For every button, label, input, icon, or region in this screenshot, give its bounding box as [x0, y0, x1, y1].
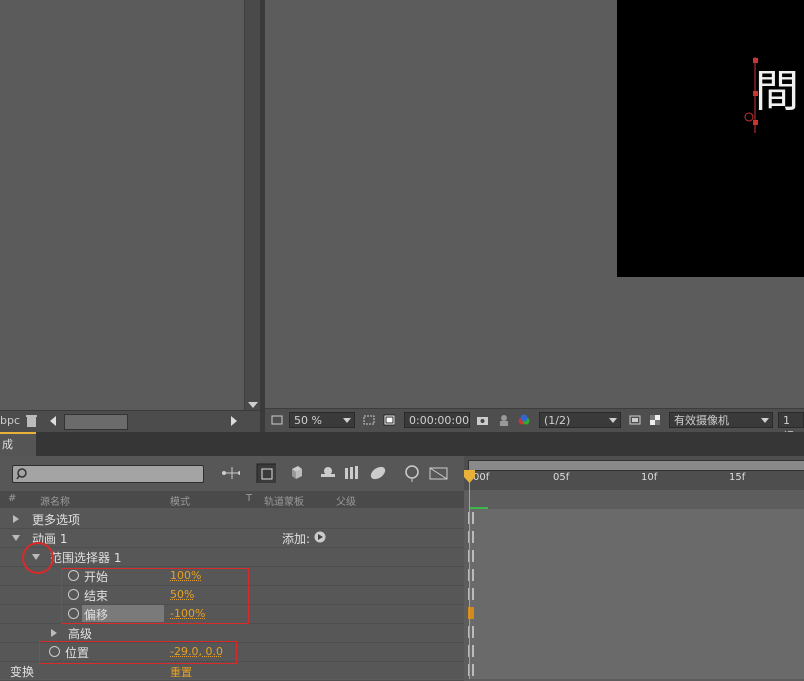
advanced-label: 高级: [68, 627, 93, 641]
collapse-icon[interactable]: [12, 535, 20, 541]
scroll-down-icon[interactable]: [248, 402, 258, 408]
channels-icon[interactable]: [518, 414, 530, 426]
views-select[interactable]: 1 视: [778, 412, 804, 443]
expand-icon[interactable]: [13, 515, 19, 523]
fast-preview-icon[interactable]: [629, 414, 641, 426]
timecode-value: 0:00:00:00: [409, 414, 470, 427]
zoom-value: 50 %: [294, 414, 322, 427]
col-hash: #: [8, 493, 17, 504]
brainstorm-icon[interactable]: [428, 463, 448, 483]
tick-label: 05f: [553, 472, 570, 483]
row-advanced[interactable]: 高级: [0, 623, 464, 643]
fit-frame-icon[interactable]: [363, 414, 375, 426]
region-icon[interactable]: [271, 414, 283, 426]
annotation-circle: [22, 542, 54, 574]
tab-composition[interactable]: 成 1×: [0, 432, 36, 473]
annotation-box-position: [39, 641, 237, 664]
project-panel: [0, 0, 262, 432]
track-area[interactable]: [470, 509, 804, 679]
annotation-box-range: [61, 568, 249, 624]
timeline-search-input[interactable]: [12, 465, 204, 483]
transform-label: 变换: [10, 665, 35, 679]
motion-blur-icon[interactable]: [368, 463, 388, 483]
current-time-indicator[interactable]: [469, 470, 470, 679]
add-menu-icon[interactable]: [314, 531, 326, 543]
work-area-bar[interactable]: [468, 460, 804, 471]
col-mode[interactable]: 模式: [170, 493, 190, 508]
chevron-down-icon: [761, 418, 769, 423]
add-label[interactable]: 添加:: [282, 530, 310, 547]
timeline-column-header: # 源名称 模式 T 轨道蒙板 父级: [0, 491, 464, 508]
tick-label: 10f: [641, 472, 658, 483]
row-transform[interactable]: 变换 重置: [0, 661, 464, 681]
safe-zones-icon[interactable]: [383, 414, 395, 426]
horizontal-scroll-thumb[interactable]: [64, 414, 128, 430]
camera-value: 有效摄像机: [674, 414, 729, 427]
chevron-down-icon: [609, 418, 617, 423]
project-scrollbar[interactable]: [244, 0, 261, 410]
comp-marker-icon[interactable]: [256, 463, 276, 483]
timeline-tab-bar: 成 1×: [0, 432, 804, 473]
col-t: T: [246, 493, 253, 504]
expand-icon[interactable]: [51, 629, 57, 637]
playhead-handle-icon[interactable]: [464, 470, 476, 484]
scroll-right-icon[interactable]: [230, 416, 238, 426]
snapshot-camera-icon[interactable]: [476, 414, 488, 426]
range-selector-label: 范围选择器 1: [50, 551, 122, 565]
resolution-value: (1/2): [544, 414, 571, 427]
more-options-label: 更多选项: [32, 513, 81, 527]
project-bottom-bar: bpc: [0, 410, 262, 433]
camera-select[interactable]: 有效摄像机: [669, 412, 773, 428]
search-icon: [16, 468, 27, 480]
anchor-point-icon[interactable]: [743, 55, 763, 135]
row-more-options[interactable]: 更多选项: [0, 509, 464, 529]
transparency-grid-icon[interactable]: [649, 414, 661, 426]
row-range-selector[interactable]: 范围选择器 1: [0, 547, 464, 567]
row-animator[interactable]: 动画 1 添加:: [0, 528, 464, 548]
work-area-indicator: [470, 507, 488, 509]
bpc-label: bpc: [0, 414, 21, 427]
transform-reset[interactable]: 重置: [170, 664, 192, 680]
trash-icon[interactable]: [25, 414, 38, 428]
show-snapshot-icon[interactable]: [498, 414, 510, 426]
viewer-toolbar: 50 % 0:00:00:00 (1/2) 有效摄像机 1 视: [265, 408, 804, 443]
tick-label: 15f: [729, 472, 746, 483]
composition-canvas[interactable]: 間: [617, 0, 804, 277]
shy-layers-icon[interactable]: [318, 463, 338, 483]
scroll-left-icon[interactable]: [49, 416, 57, 426]
zoom-select[interactable]: 50 %: [289, 412, 355, 428]
graph-editor-icon[interactable]: [402, 463, 422, 483]
frame-blending-icon[interactable]: [343, 463, 363, 483]
col-source-name[interactable]: 源名称: [40, 493, 70, 508]
3d-layer-icon[interactable]: [284, 463, 304, 483]
resolution-select[interactable]: (1/2): [539, 412, 621, 428]
col-track-matte[interactable]: 轨道蒙板: [264, 493, 304, 508]
chevron-down-icon: [343, 418, 351, 423]
timecode-field[interactable]: 0:00:00:00: [404, 412, 470, 428]
mini-flowchart-icon[interactable]: [220, 463, 240, 483]
col-parent[interactable]: 父级: [336, 493, 356, 508]
